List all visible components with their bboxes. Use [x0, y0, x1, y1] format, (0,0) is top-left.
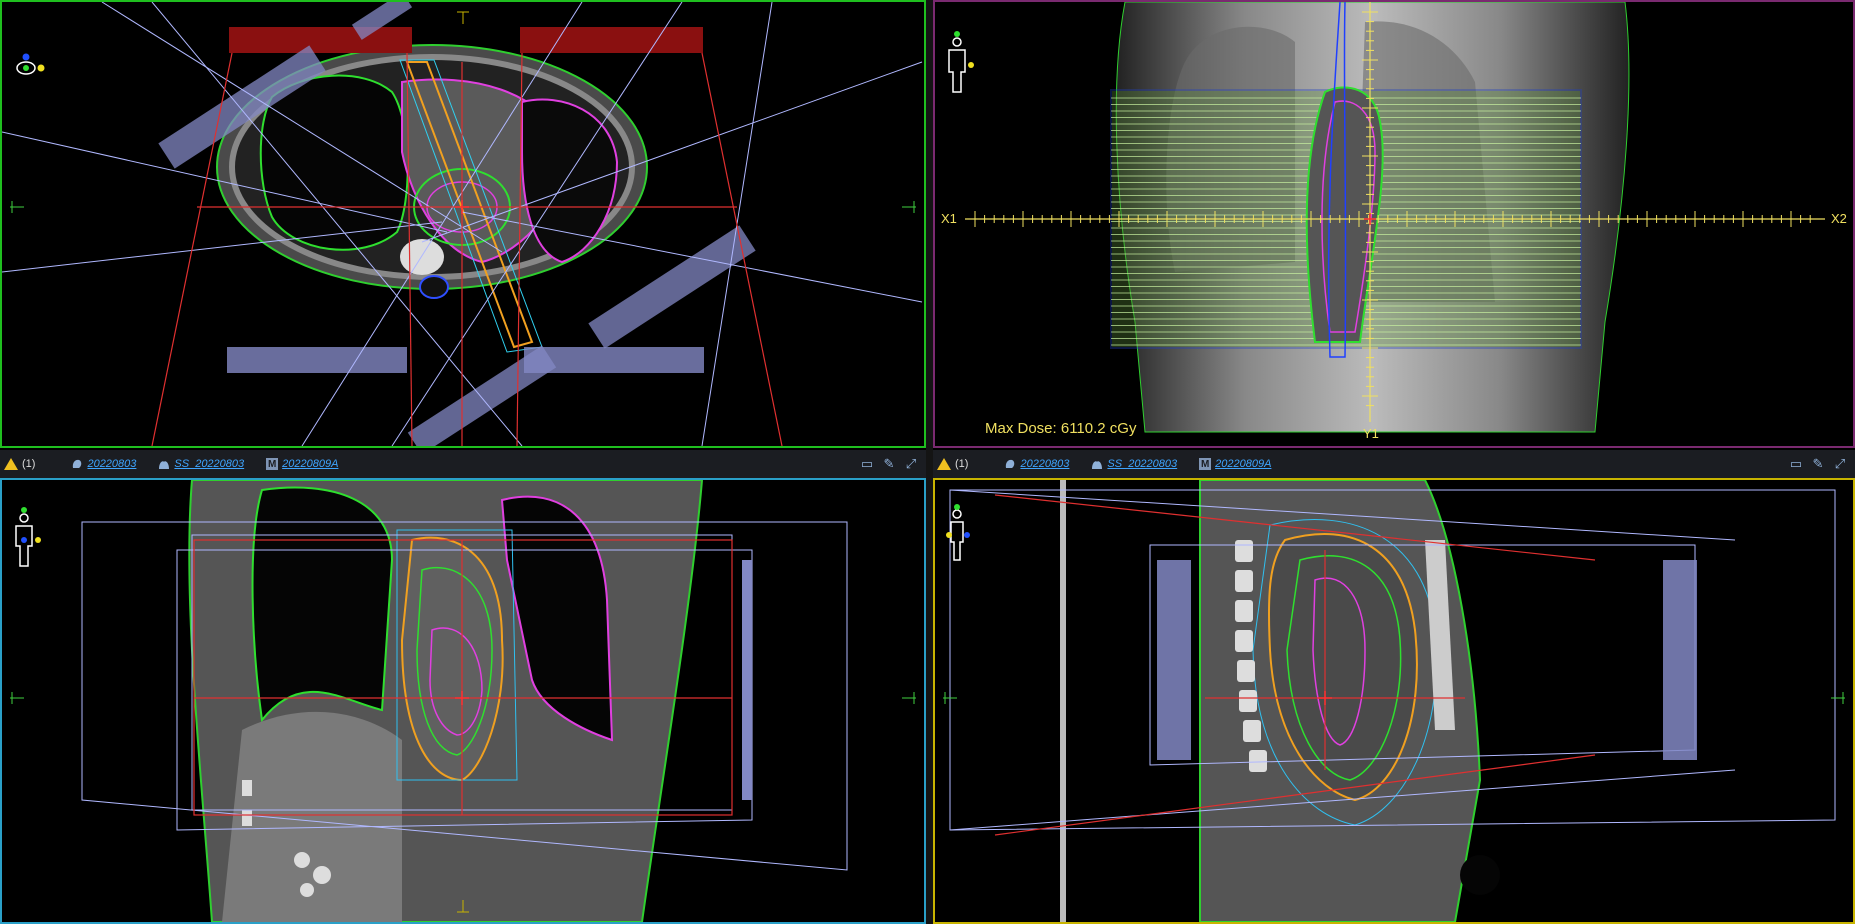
table-line — [1060, 480, 1066, 922]
mlc-block — [520, 27, 703, 53]
x2-label: X2 — [1831, 211, 1847, 226]
plan-link[interactable]: 20220809A — [1215, 458, 1271, 470]
image-series-link[interactable]: 20220803 — [87, 458, 136, 470]
viewport-toolbar-right: (1) 20220803 SS_20220803 M 20220809A ▭ ✎… — [933, 450, 1855, 478]
max-dose-label: Max Dose: 6110.2 cGy — [985, 420, 1137, 437]
viewport-divider[interactable] — [926, 0, 933, 924]
top-tick — [457, 11, 469, 24]
structure-set-link[interactable]: SS_20220803 — [174, 458, 244, 470]
plan-icon: M — [266, 458, 279, 470]
maximize-icon[interactable]: ⤢ — [1833, 456, 1847, 471]
structure-set-icon — [159, 461, 170, 469]
measure-icon[interactable]: ✎ — [882, 456, 896, 471]
collimator-block — [407, 345, 557, 446]
structure-set-icon — [1092, 461, 1103, 469]
orientation-icon — [948, 31, 974, 93]
drr-viewport[interactable]: X1 X2 Y1 Max Dose: 6110.2 cGy — [933, 0, 1855, 448]
warning-count: (1) — [955, 458, 969, 470]
sagittal-viewport[interactable] — [933, 478, 1855, 924]
viewport-toolbar-left: (1) 20220803 SS_20220803 M 20220809A ▭ ✎… — [0, 450, 926, 478]
window-icon[interactable]: ▭ — [1789, 456, 1803, 471]
collimator-block — [588, 225, 756, 349]
right-lung — [259, 74, 409, 251]
x1-label: X1 — [941, 211, 957, 226]
bowel-gas — [1460, 855, 1500, 895]
maximize-icon[interactable]: ⤢ — [904, 456, 918, 471]
image-series-icon — [73, 459, 82, 468]
collimator-block — [742, 560, 752, 800]
collimator-block — [1663, 560, 1697, 760]
collimator-block — [227, 347, 407, 373]
plan-link[interactable]: 20220809A — [282, 458, 338, 470]
mlc-block — [229, 27, 412, 53]
y1-label: Y1 — [1363, 426, 1379, 441]
image-series-icon — [1006, 459, 1015, 468]
measure-icon[interactable]: ✎ — [1811, 456, 1825, 471]
plan-icon: M — [1199, 458, 1212, 470]
image-series-link[interactable]: 20220803 — [1020, 458, 1069, 470]
drr-canvas — [948, 2, 1825, 433]
spinal-cord — [419, 275, 449, 299]
structure-set-link[interactable]: SS_20220803 — [1107, 458, 1177, 470]
warning-icon[interactable] — [4, 458, 18, 470]
coronal-viewport[interactable] — [0, 478, 926, 924]
axial-viewport[interactable] — [0, 0, 926, 448]
window-icon[interactable]: ▭ — [860, 456, 874, 471]
warning-icon[interactable] — [937, 458, 951, 470]
sagittal-canvas — [943, 480, 1845, 922]
orientation-icon — [15, 507, 41, 567]
orientation-icon — [16, 53, 45, 75]
axial-canvas — [2, 2, 923, 446]
warning-count: (1) — [22, 458, 36, 470]
collimator-block — [1157, 560, 1191, 760]
spine — [400, 239, 444, 275]
coronal-canvas — [10, 480, 916, 922]
